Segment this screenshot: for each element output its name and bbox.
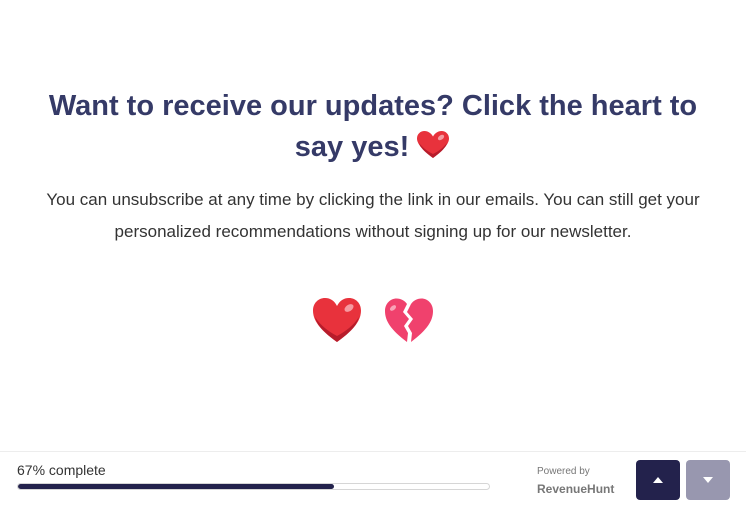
question-description: You can unsubscribe at any time by click… <box>46 190 700 241</box>
question-section: Want to receive our updates? Click the h… <box>0 86 746 248</box>
caret-up-icon <box>653 477 663 483</box>
yes-heart-choice[interactable] <box>311 294 363 346</box>
heart-icon <box>415 130 451 160</box>
broken-heart-icon <box>385 298 433 342</box>
quiz-footer: 67% complete Powered by RevenueHunt <box>0 451 746 507</box>
question-title: Want to receive our updates? Click the h… <box>43 86 703 168</box>
progress-bar-fill <box>18 484 334 489</box>
next-question-button[interactable] <box>686 460 730 500</box>
caret-down-icon <box>703 477 713 483</box>
progress-label: 67% complete <box>17 462 106 478</box>
red-heart-icon <box>313 298 361 342</box>
answer-choices <box>0 294 746 346</box>
brand-name[interactable]: RevenueHunt <box>537 482 614 496</box>
previous-question-button[interactable] <box>636 460 680 500</box>
quiz-page: Want to receive our updates? Click the h… <box>0 0 746 507</box>
powered-by-label: Powered by <box>537 466 590 477</box>
no-broken-heart-choice[interactable] <box>383 294 435 346</box>
progress-bar <box>17 483 490 490</box>
question-title-text: Want to receive our updates? Click the h… <box>48 90 698 163</box>
